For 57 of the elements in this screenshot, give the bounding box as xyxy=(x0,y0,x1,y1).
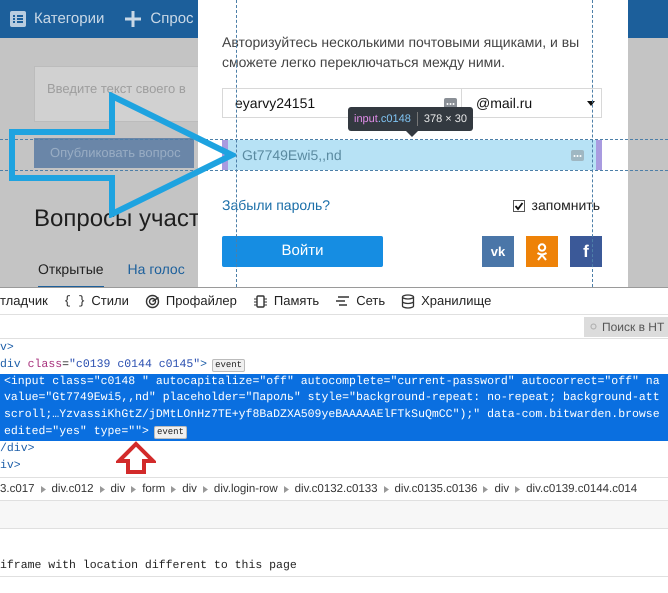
chevron-icon xyxy=(100,486,105,493)
categories-link[interactable]: Категории xyxy=(34,8,104,30)
chevron-icon xyxy=(284,486,289,493)
breadcrumb[interactable]: form xyxy=(142,480,166,498)
braces-icon: { } xyxy=(64,292,86,310)
code-line[interactable]: /div> xyxy=(0,440,35,458)
event-badge[interactable]: event xyxy=(154,426,187,439)
breadcrumb[interactable]: div.c0135.c0136 xyxy=(394,480,478,498)
remember-checkbox[interactable] xyxy=(512,200,525,212)
forgot-password-link[interactable]: Забыли пароль? xyxy=(222,195,330,216)
odnoklassniki-button[interactable] xyxy=(526,236,558,267)
devtools-tab[interactable]: { } Стили xyxy=(64,291,129,311)
chevron-icon xyxy=(171,486,176,493)
code-line[interactable]: iv> xyxy=(0,458,21,474)
tab[interactable]: На голос xyxy=(128,259,185,287)
breadcrumb[interactable]: 3.c017 xyxy=(0,480,35,498)
breadcrumb[interactable]: div.c0132.c0133 xyxy=(294,480,378,498)
chevron-icon xyxy=(483,486,488,493)
lines-icon xyxy=(335,294,350,308)
login-button[interactable]: Войти xyxy=(222,236,383,267)
console-message: iframe with location different to this page xyxy=(0,558,297,574)
chevron-icon xyxy=(384,486,389,493)
database-icon xyxy=(401,294,416,308)
gauge-icon xyxy=(144,294,160,308)
breadcrumb[interactable]: div xyxy=(110,480,126,498)
code-line[interactable]: edited="yes" type=""> xyxy=(4,424,149,441)
chevron-icon xyxy=(202,486,208,493)
devtools-tab[interactable]: Память xyxy=(252,291,320,311)
chevron-icon xyxy=(515,486,520,493)
ask-link[interactable]: Спрос xyxy=(150,8,194,30)
devtools-tab[interactable]: тладчик xyxy=(0,291,48,311)
code-line[interactable]: v> xyxy=(0,340,14,357)
section-heading: Вопросы участ xyxy=(34,204,200,234)
breadcrumb[interactable]: div.c0139.c0144.c014 xyxy=(526,480,638,498)
chip-icon xyxy=(252,294,268,308)
devtools-tab[interactable]: Профайлер xyxy=(144,291,237,311)
chevron-icon xyxy=(40,486,46,493)
plus-icon xyxy=(124,10,142,28)
event-badge[interactable]: event xyxy=(212,358,246,372)
code-line[interactable]: div class="c0139 c0144 c0145"> xyxy=(0,356,208,374)
dropdown-caret-icon xyxy=(587,100,595,106)
password-manager-icon[interactable] xyxy=(444,98,457,108)
facebook-button[interactable]: f xyxy=(570,236,602,267)
devtools-tab[interactable]: Хранилище xyxy=(401,291,492,311)
vk-button[interactable]: vk xyxy=(482,236,514,267)
breadcrumb[interactable]: div xyxy=(494,480,510,498)
arrow-annotation-icon xyxy=(116,441,156,475)
breadcrumb[interactable]: div.login-row xyxy=(214,480,278,498)
list-icon xyxy=(10,11,26,27)
devtools-tab[interactable]: Сеть xyxy=(335,291,386,311)
search-field[interactable]: Поиск в HT xyxy=(584,316,668,336)
search-icon xyxy=(590,322,598,330)
chevron-icon xyxy=(131,486,136,493)
breadcrumb[interactable]: div.c012 xyxy=(52,480,94,498)
figure-icon xyxy=(536,242,548,260)
breadcrumb[interactable]: div xyxy=(182,480,197,498)
remember-label: запомнить xyxy=(532,196,600,215)
